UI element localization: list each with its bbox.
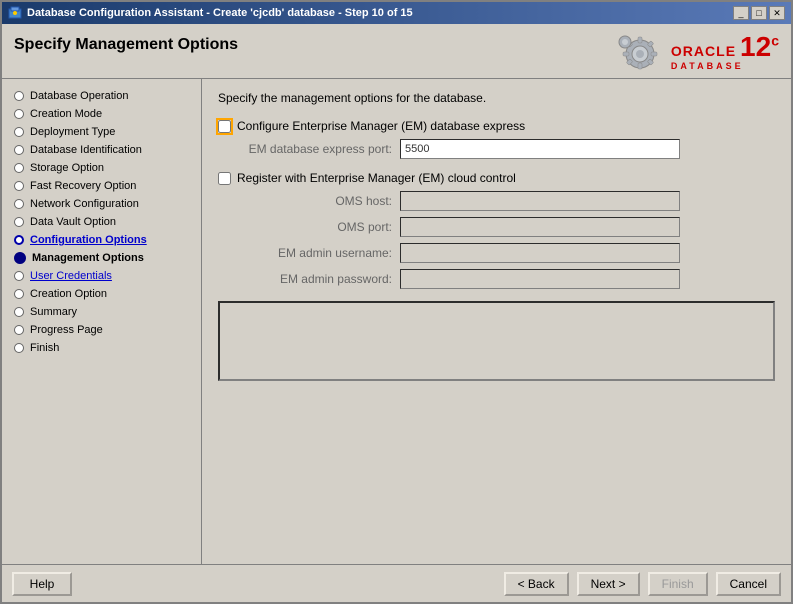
em-admin-pass-input[interactable] [400, 269, 680, 289]
em-express-port-input[interactable] [400, 139, 680, 159]
version-number: 12c [740, 33, 779, 61]
content-description: Specify the management options for the d… [218, 91, 775, 105]
em-admin-user-row: EM admin username: [218, 243, 775, 263]
sidebar-dot [14, 252, 26, 264]
info-text-area [218, 301, 775, 381]
sidebar-dot [14, 235, 24, 245]
main-content: Database Operation Creation Mode Deploym… [2, 79, 791, 564]
oms-port-row: OMS port: [218, 217, 775, 237]
sidebar-dot [14, 289, 24, 299]
sidebar-item-summary[interactable]: Summary [2, 303, 201, 321]
sidebar-item-creation-mode[interactable]: Creation Mode [2, 105, 201, 123]
sidebar-dot [14, 325, 24, 335]
em-cloud-checkbox-row: Register with Enterprise Manager (EM) cl… [218, 171, 775, 185]
oms-port-label: OMS port: [240, 220, 400, 234]
sidebar-dot [14, 181, 24, 191]
sidebar-item-database-identification[interactable]: Database Identification [2, 141, 201, 159]
oracle-brand-text: ORACLE [671, 43, 736, 59]
sidebar-item-database-operation[interactable]: Database Operation [2, 87, 201, 105]
bottom-bar: Help < Back Next > Finish Cancel [2, 564, 791, 602]
sidebar-dot [14, 91, 24, 101]
page-title: Specify Management Options [14, 32, 238, 54]
em-express-port-row: EM database express port: [218, 139, 775, 159]
maximize-button[interactable]: □ [751, 6, 767, 20]
sidebar-dot [14, 163, 24, 173]
oracle-gear-icon [615, 32, 665, 72]
window-controls: _ □ ✕ [733, 6, 785, 20]
title-bar: Database Configuration Assistant - Creat… [2, 2, 791, 24]
app-icon [8, 6, 22, 20]
oms-host-row: OMS host: [218, 191, 775, 211]
em-admin-user-label: EM admin username: [240, 246, 400, 260]
sidebar-item-finish[interactable]: Finish [2, 339, 201, 357]
finish-button[interactable]: Finish [648, 572, 708, 596]
minimize-button[interactable]: _ [733, 6, 749, 20]
em-admin-pass-label: EM admin password: [240, 272, 400, 286]
sidebar-item-storage-option[interactable]: Storage Option [2, 159, 201, 177]
sidebar-item-configuration-options[interactable]: Configuration Options [2, 231, 201, 249]
em-express-port-label: EM database express port: [240, 142, 400, 156]
content-area: Specify the management options for the d… [202, 79, 791, 564]
oms-port-input[interactable] [400, 217, 680, 237]
sidebar-dot [14, 217, 24, 227]
sidebar: Database Operation Creation Mode Deploym… [2, 79, 202, 564]
sidebar-dot [14, 271, 24, 281]
oms-host-label: OMS host: [240, 194, 400, 208]
help-button[interactable]: Help [12, 572, 72, 596]
back-button[interactable]: < Back [504, 572, 569, 596]
em-cloud-checkbox[interactable] [218, 172, 231, 185]
sidebar-dot [14, 343, 24, 353]
sidebar-dot [14, 199, 24, 209]
sidebar-item-fast-recovery-option[interactable]: Fast Recovery Option [2, 177, 201, 195]
oms-host-input[interactable] [400, 191, 680, 211]
sidebar-dot [14, 127, 24, 137]
cancel-button[interactable]: Cancel [716, 572, 781, 596]
sidebar-dot [14, 307, 24, 317]
next-button[interactable]: Next > [577, 572, 640, 596]
sidebar-dot [14, 109, 24, 119]
em-admin-pass-row: EM admin password: [218, 269, 775, 289]
em-admin-user-input[interactable] [400, 243, 680, 263]
sidebar-item-user-credentials[interactable]: User Credentials [2, 267, 201, 285]
sidebar-item-progress-page[interactable]: Progress Page [2, 321, 201, 339]
database-brand-text: DATABASE [671, 61, 744, 71]
sidebar-dot [14, 145, 24, 155]
em-express-label[interactable]: Configure Enterprise Manager (EM) databa… [237, 119, 525, 133]
header: Specify Management Options [2, 24, 791, 79]
main-window: Database Configuration Assistant - Creat… [0, 0, 793, 604]
em-express-checkbox-row: Configure Enterprise Manager (EM) databa… [218, 119, 775, 133]
sidebar-item-network-configuration[interactable]: Network Configuration [2, 195, 201, 213]
navigation-buttons: < Back Next > Finish Cancel [500, 572, 781, 596]
sidebar-item-management-options[interactable]: Management Options [2, 249, 201, 267]
oracle-logo: ORACLE 12c DATABASE [615, 32, 779, 72]
sidebar-item-data-vault-option[interactable]: Data Vault Option [2, 213, 201, 231]
em-cloud-section: Register with Enterprise Manager (EM) cl… [218, 171, 775, 289]
em-express-section: Configure Enterprise Manager (EM) databa… [218, 119, 775, 159]
sidebar-item-creation-option[interactable]: Creation Option [2, 285, 201, 303]
em-cloud-label[interactable]: Register with Enterprise Manager (EM) cl… [237, 171, 516, 185]
window-title: Database Configuration Assistant - Creat… [27, 7, 733, 19]
close-button[interactable]: ✕ [769, 6, 785, 20]
em-express-checkbox[interactable] [218, 120, 231, 133]
sidebar-item-deployment-type[interactable]: Deployment Type [2, 123, 201, 141]
